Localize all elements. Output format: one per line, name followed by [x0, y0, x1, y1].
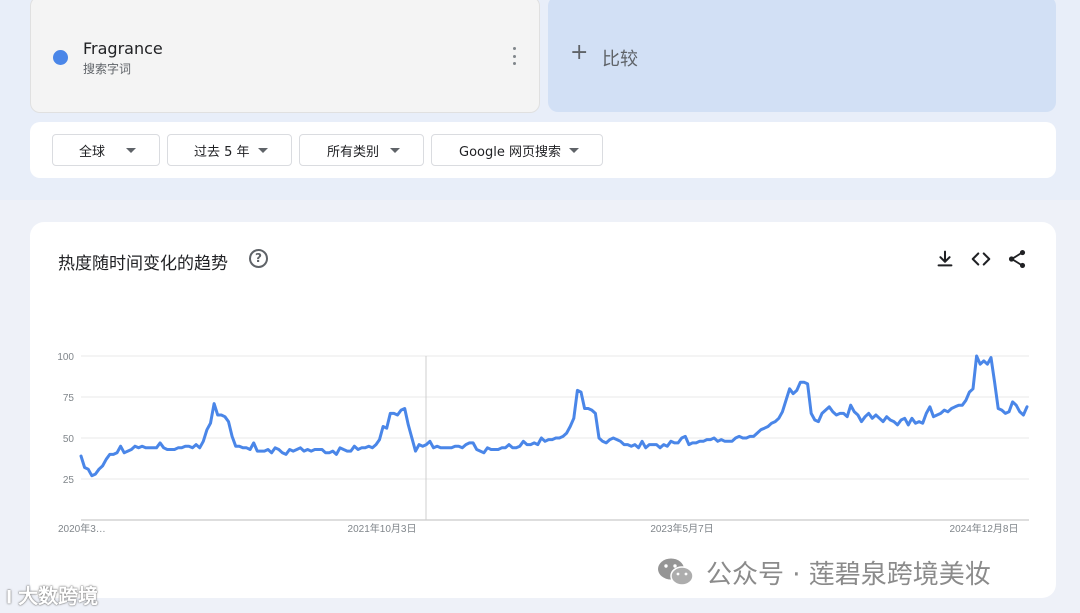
logo-icon: ꞁ	[6, 583, 13, 605]
y-tick-label: 100	[57, 352, 74, 363]
y-tick-label: 50	[63, 434, 75, 445]
x-tick-label: 2024年12月8日	[950, 522, 1019, 535]
x-tick-label: 2023年5月7日	[650, 522, 713, 535]
series-line-0[interactable]	[79, 354, 1029, 478]
logo-watermark: ꞁ 大数跨境	[6, 578, 98, 610]
wechat-watermark: 公众号 · 莲碧泉跨境美妆	[656, 552, 1056, 592]
wechat-account-text: 公众号 · 莲碧泉跨境美妆	[706, 559, 991, 590]
y-tick-label: 75	[63, 393, 75, 404]
wechat-icon	[658, 558, 694, 586]
y-tick-label: 25	[63, 475, 75, 486]
x-tick-label: 2021年10月3日	[348, 522, 417, 535]
trend-chart[interactable]: 100 75 50 25 2020年3… 2021年10月3日 2023年5月7日 2024年…	[0, 0, 1080, 613]
x-tick-label: 2020年3…	[58, 522, 106, 535]
logo-watermark-text: 大数跨境	[18, 583, 99, 608]
